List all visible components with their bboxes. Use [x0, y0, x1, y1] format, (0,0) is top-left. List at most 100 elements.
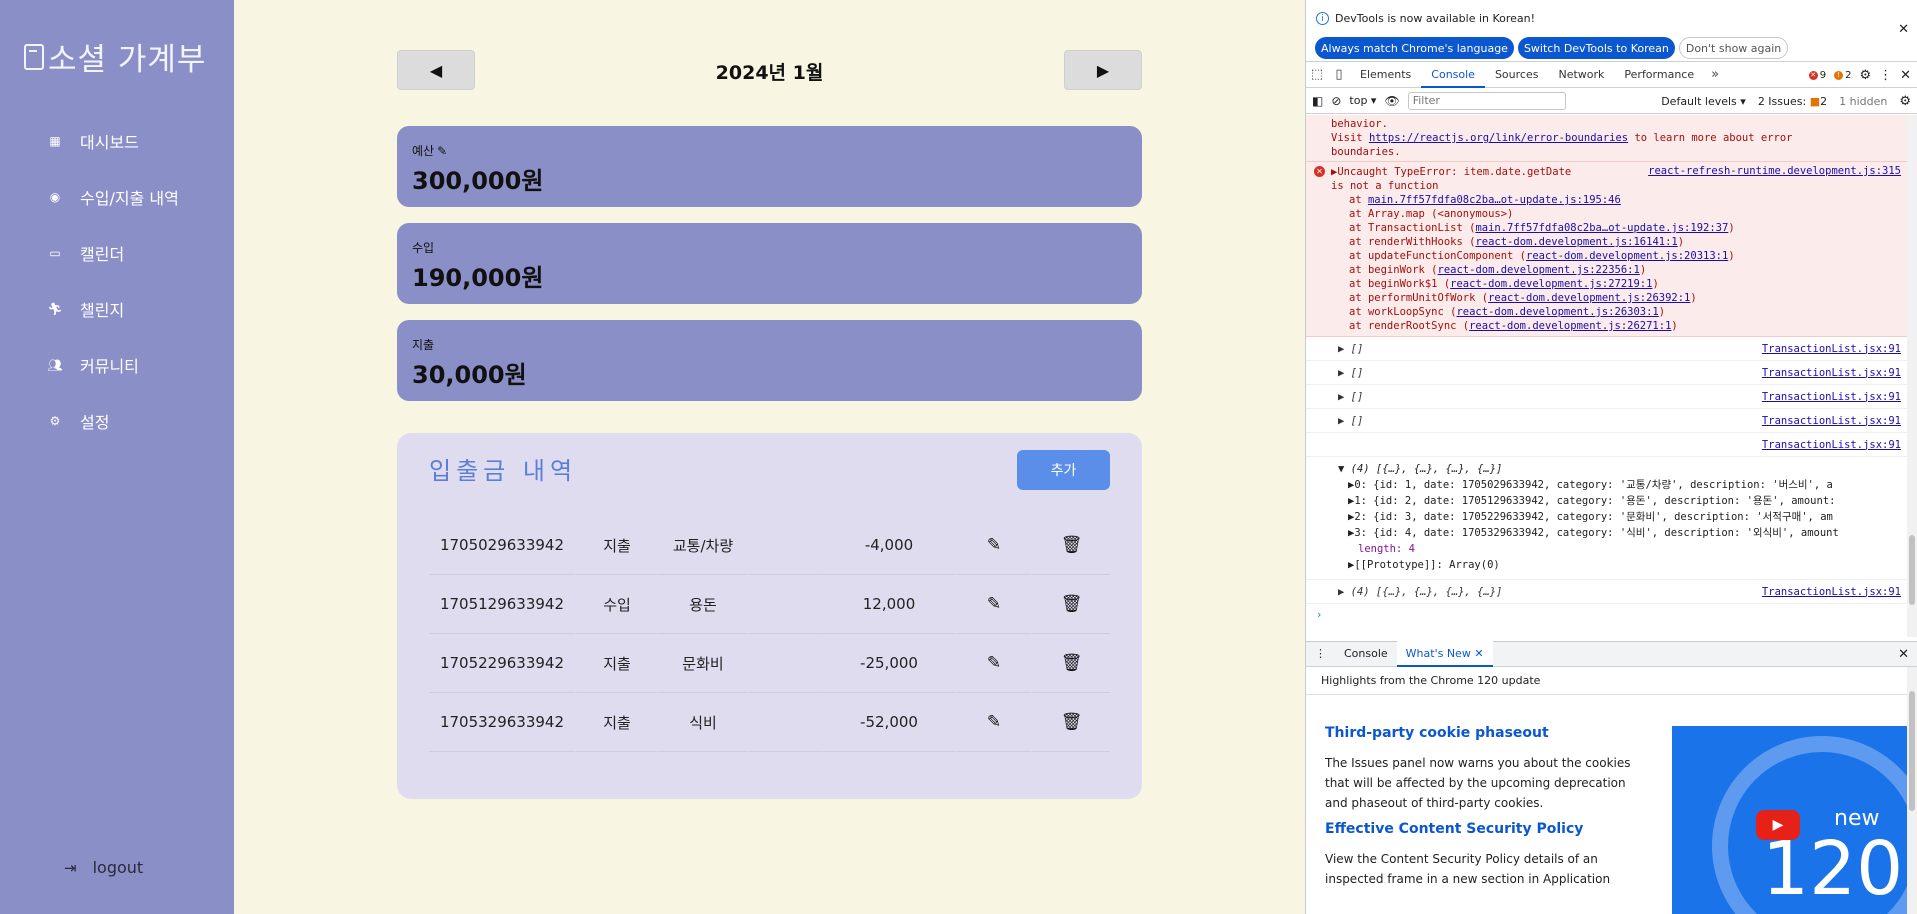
- whats-new-heading[interactable]: Third-party cookie phaseout: [1325, 725, 1645, 741]
- tab-elements[interactable]: Elements: [1350, 62, 1421, 88]
- sidebar-item-community[interactable]: 👥︎ 커뮤니티: [47, 337, 179, 393]
- frame-link[interactable]: main.7ff57fdfa08c2ba…ot-update.js:195:46: [1368, 194, 1621, 206]
- frame-link[interactable]: react-dom.development.js:27219:1: [1450, 278, 1652, 290]
- log-value: ▶ []: [1338, 366, 1364, 379]
- console-log-row[interactable]: TransactionList.jsx:91: [1306, 433, 1907, 457]
- dismiss-banner-button[interactable]: Don't show again: [1678, 37, 1789, 59]
- frame-text: at performUnitOfWork (: [1349, 292, 1489, 304]
- drawer-menu-icon[interactable]: ⋮: [1306, 641, 1335, 667]
- pencil-icon[interactable]: ✎: [987, 594, 1001, 614]
- sidebar-item-challenge[interactable]: 🏃︎ 챌린지: [47, 281, 179, 337]
- frame-link[interactable]: react-dom.development.js:22356:1: [1438, 264, 1640, 276]
- warning-count-badge[interactable]: ! 2: [1834, 70, 1851, 81]
- console-filter-input[interactable]: [1407, 91, 1566, 110]
- tab-network[interactable]: Network: [1548, 62, 1614, 88]
- frame-link[interactable]: react-dom.development.js:26271:1: [1469, 320, 1671, 332]
- pencil-icon[interactable]: ✎: [987, 535, 1001, 555]
- settings-icon[interactable]: ⚙: [1859, 68, 1871, 83]
- object-entry[interactable]: ▶2: {id: 3, date: 1705229633942, categor…: [1338, 509, 1907, 525]
- frame-text: at beginWork (: [1349, 264, 1438, 276]
- edit-budget-icon[interactable]: ✎: [437, 144, 447, 158]
- console-settings-icon[interactable]: ⚙: [1899, 94, 1911, 109]
- close-devtools-icon[interactable]: ✕: [1900, 68, 1911, 83]
- console-error-typeerror[interactable]: ✕ react-refresh-runtime.development.js:3…: [1306, 162, 1907, 337]
- warning-icon: !: [1834, 70, 1844, 80]
- tab-performance[interactable]: Performance: [1614, 62, 1704, 88]
- tab-console[interactable]: Console: [1421, 62, 1485, 88]
- budget-label-row: 예산 ✎: [412, 142, 1127, 159]
- console-prompt[interactable]: ›: [1306, 604, 1907, 626]
- log-source-link[interactable]: TransactionList.jsx:91: [1762, 586, 1901, 598]
- device-toggle-icon[interactable]: ▯: [1328, 67, 1350, 82]
- play-icon[interactable]: ▶: [1756, 810, 1800, 840]
- console-log-row[interactable]: ▶ [] TransactionList.jsx:91: [1306, 337, 1907, 361]
- frame-link[interactable]: react-dom.development.js:16141:1: [1475, 236, 1677, 248]
- close-icon[interactable]: ✕: [1898, 22, 1909, 37]
- drawer-tab-whats-new[interactable]: What's New ✕: [1396, 641, 1493, 667]
- object-entry[interactable]: ▶0: {id: 1, date: 1705029633942, categor…: [1338, 477, 1907, 493]
- log-source-link[interactable]: TransactionList.jsx:91: [1762, 439, 1901, 451]
- error-source-link[interactable]: react-refresh-runtime.development.js:315: [1648, 164, 1901, 178]
- object-header[interactable]: ▼ (4) [{…}, {…}, {…}, {…}]: [1338, 461, 1907, 477]
- pencil-icon[interactable]: ✎: [987, 712, 1001, 732]
- log-source-link[interactable]: TransactionList.jsx:91: [1762, 415, 1901, 427]
- app-brand[interactable]: 소셜 가계부: [24, 34, 206, 79]
- sidebar-item-calendar[interactable]: ▭ 캘린더: [48, 225, 179, 281]
- context-value: top: [1349, 94, 1368, 107]
- error-boundaries-link[interactable]: https://reactjs.org/link/error-boundarie…: [1369, 132, 1628, 144]
- sidebar-item-settings[interactable]: ⚙ 설정: [48, 393, 179, 449]
- frame-text: ): [1639, 264, 1647, 276]
- match-language-button[interactable]: Always match Chrome's language: [1315, 37, 1514, 59]
- console-log-row[interactable]: ▶ (4) [{…}, {…}, {…}, {…}] TransactionLis…: [1306, 580, 1907, 604]
- more-tabs-icon[interactable]: »: [1704, 67, 1726, 82]
- object-entry[interactable]: ▶1: {id: 2, date: 1705129633942, categor…: [1338, 493, 1907, 509]
- clear-console-icon[interactable]: ⊘: [1331, 94, 1341, 108]
- frame-link[interactable]: react-dom.development.js:20313:1: [1526, 250, 1728, 262]
- trash-icon[interactable]: 🗑︎: [1061, 712, 1083, 732]
- log-levels-select[interactable]: Default levels ▾: [1661, 95, 1746, 108]
- issues-indicator[interactable]: 2 Issues: ■2: [1758, 95, 1827, 108]
- object-prototype[interactable]: ▶[[Prototype]]: Array(0): [1338, 557, 1907, 573]
- console-object-expanded[interactable]: ▼ (4) [{…}, {…}, {…}, {…}] ▶0: {id: 1, d…: [1306, 457, 1907, 580]
- kebab-menu-icon[interactable]: ⋮: [1879, 68, 1892, 83]
- sidebar-item-transactions[interactable]: ◉ 수입/지출 내역: [48, 169, 179, 225]
- console-log-row[interactable]: ▶ [] TransactionList.jsx:91: [1306, 409, 1907, 433]
- add-transaction-button[interactable]: 추가: [1017, 450, 1110, 490]
- console-log-row[interactable]: ▶ [] TransactionList.jsx:91: [1306, 361, 1907, 385]
- tab-sources[interactable]: Sources: [1485, 62, 1549, 88]
- log-source-link[interactable]: TransactionList.jsx:91: [1762, 367, 1901, 379]
- scrollbar-thumb[interactable]: [1909, 691, 1915, 811]
- close-drawer-icon[interactable]: ✕: [1898, 647, 1909, 662]
- console-scrollbar[interactable]: [1907, 115, 1917, 637]
- close-tab-icon[interactable]: ✕: [1474, 647, 1483, 660]
- inspect-icon[interactable]: ⬚: [1306, 67, 1328, 82]
- context-select[interactable]: top ▾: [1349, 94, 1376, 107]
- pencil-icon[interactable]: ✎: [987, 653, 1001, 673]
- trash-icon[interactable]: 🗑︎: [1061, 594, 1083, 614]
- trash-icon[interactable]: 🗑︎: [1061, 535, 1083, 555]
- scrollbar-thumb[interactable]: [1909, 535, 1915, 605]
- frame-link[interactable]: react-dom.development.js:26303:1: [1456, 306, 1658, 318]
- console-log-row[interactable]: ▶ [] TransactionList.jsx:91: [1306, 385, 1907, 409]
- log-source-link[interactable]: TransactionList.jsx:91: [1762, 391, 1901, 403]
- whats-new-scrollbar[interactable]: [1907, 667, 1917, 914]
- whats-new-heading[interactable]: Effective Content Security Policy: [1325, 821, 1645, 837]
- stack-frame: at Array.map (<anonymous>): [1349, 207, 1901, 221]
- frame-link[interactable]: react-dom.development.js:26392:1: [1488, 292, 1690, 304]
- logout-button[interactable]: ⇥ logout: [64, 858, 143, 877]
- next-month-button[interactable]: ▶: [1064, 50, 1142, 90]
- eye-icon[interactable]: 👁︎: [1384, 94, 1399, 108]
- frame-text: ): [1690, 292, 1697, 304]
- switch-language-button[interactable]: Switch DevTools to Korean: [1517, 37, 1675, 59]
- whats-new-video-thumbnail[interactable]: 120 new ▶: [1672, 726, 1912, 914]
- drawer-tab-console[interactable]: Console: [1335, 641, 1397, 667]
- tx-edit-cell: ✎: [955, 693, 1031, 752]
- sidebar-toggle-icon[interactable]: ◧: [1312, 94, 1323, 108]
- trash-icon[interactable]: 🗑︎: [1061, 653, 1083, 673]
- sidebar-item-dashboard[interactable]: ▦ 대시보드: [48, 113, 179, 169]
- error-count-badge[interactable]: ✕ 9: [1808, 70, 1826, 81]
- object-entry[interactable]: ▶3: {id: 4, date: 1705329633942, categor…: [1338, 525, 1907, 541]
- frame-link[interactable]: main.7ff57fdfa08c2ba…ot-update.js:192:37: [1475, 222, 1728, 234]
- expense-amount: 30,000원: [412, 361, 527, 389]
- log-source-link[interactable]: TransactionList.jsx:91: [1762, 343, 1901, 355]
